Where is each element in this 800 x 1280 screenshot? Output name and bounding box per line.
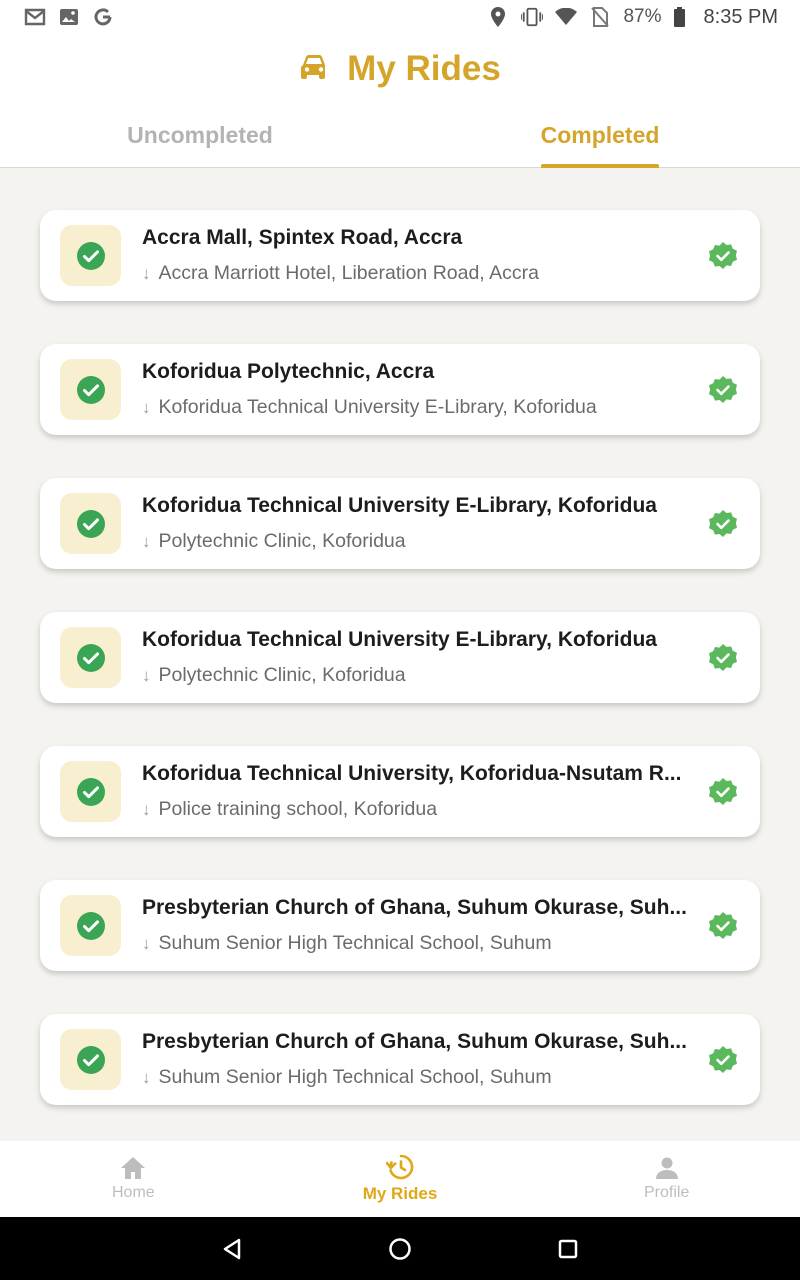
arrow-down-icon: ↓: [142, 531, 151, 551]
car-icon: [299, 54, 329, 85]
check-circle-icon: [60, 225, 121, 286]
check-circle-icon: [60, 627, 121, 688]
recents-button[interactable]: [484, 1217, 652, 1280]
ride-destination: Polytechnic Clinic, Koforidua: [158, 664, 406, 686]
ride-destination: Suhum Senior High Technical School, Suhu…: [158, 1066, 552, 1088]
home-system-button[interactable]: [316, 1217, 484, 1280]
verified-badge-icon: [709, 241, 737, 269]
ride-destination: Police training school, Koforidua: [158, 798, 438, 820]
verified-badge-icon: [709, 777, 737, 805]
nav-label: Home: [111, 1184, 155, 1201]
image-icon: [58, 6, 80, 28]
ride-origin: Accra Mall, Spintex Road, Accra: [142, 226, 463, 249]
nav-label: Profile: [644, 1184, 690, 1201]
arrow-down-icon: ↓: [142, 263, 151, 283]
active-tab-indicator: [541, 164, 659, 168]
battery-percent: 87%: [623, 6, 662, 27]
verified-badge-icon: [709, 509, 737, 537]
ride-card[interactable]: Presbyterian Church of Ghana, Suhum Okur…: [40, 880, 760, 971]
ride-destination: Koforidua Technical University E-Library…: [158, 396, 597, 418]
battery-icon: [674, 6, 686, 28]
bottom-nav: Home My Rides Profile: [0, 1141, 800, 1217]
verified-badge-icon: [709, 1045, 737, 1073]
ride-destination: Accra Marriott Hotel, Liberation Road, A…: [158, 262, 539, 284]
ride-origin: Koforidua Technical University, Koforidu…: [142, 762, 682, 785]
page-title: My Rides: [347, 49, 501, 88]
system-nav-bar: [0, 1217, 800, 1280]
ride-origin: Koforidua Polytechnic, Accra: [142, 360, 435, 383]
status-bar: 87% 8:35 PM: [0, 0, 800, 34]
location-icon: [487, 6, 509, 28]
wifi-icon: [555, 6, 578, 28]
arrow-down-icon: ↓: [142, 933, 151, 953]
tab-label: Uncompleted: [127, 122, 273, 148]
ride-tabs: Uncompleted Completed: [0, 104, 800, 168]
clock: 8:35 PM: [703, 5, 778, 28]
ride-origin: Koforidua Technical University E-Library…: [142, 628, 657, 651]
tab-label: Completed: [540, 122, 660, 148]
ride-card[interactable]: Presbyterian Church of Ghana, Suhum Okur…: [40, 1014, 760, 1105]
nav-my-rides[interactable]: My Rides: [267, 1141, 534, 1217]
check-circle-icon: [60, 359, 121, 420]
ride-card[interactable]: Koforidua Polytechnic, Accra ↓ Koforidua …: [40, 344, 760, 435]
back-button[interactable]: [148, 1217, 316, 1280]
arrow-down-icon: ↓: [142, 397, 151, 417]
ride-card[interactable]: Koforidua Technical University, Koforidu…: [40, 746, 760, 837]
arrow-down-icon: ↓: [142, 1067, 151, 1087]
nav-profile[interactable]: Profile: [533, 1141, 800, 1217]
check-circle-icon: [60, 895, 121, 956]
ride-destination: Polytechnic Clinic, Koforidua: [158, 530, 406, 552]
ride-origin: Presbyterian Church of Ghana, Suhum Okur…: [142, 896, 687, 919]
google-icon: [92, 6, 114, 28]
back-triangle-icon: [223, 1238, 241, 1259]
ride-origin: Presbyterian Church of Ghana, Suhum Okur…: [142, 1030, 687, 1053]
ride-card[interactable]: Koforidua Technical University E-Library…: [40, 478, 760, 569]
gmail-icon: [24, 6, 46, 28]
check-circle-icon: [60, 1029, 121, 1090]
vibrate-icon: [521, 6, 544, 28]
app-header: My Rides: [0, 34, 800, 104]
tab-completed[interactable]: Completed: [400, 104, 800, 168]
home-circle-icon: [389, 1237, 411, 1260]
ride-card[interactable]: Accra Mall, Spintex Road, Accra ↓ Accra M…: [40, 210, 760, 301]
ride-destination: Suhum Senior High Technical School, Suhu…: [158, 932, 552, 954]
arrow-down-icon: ↓: [142, 799, 151, 819]
check-circle-icon: [60, 493, 121, 554]
check-circle-icon: [60, 761, 121, 822]
verified-badge-icon: [709, 375, 737, 403]
tab-uncompleted[interactable]: Uncompleted: [0, 104, 400, 167]
home-icon: [121, 1157, 146, 1179]
nav-home[interactable]: Home: [0, 1141, 267, 1217]
ride-origin: Koforidua Technical University E-Library…: [142, 494, 657, 517]
no-sim-icon: [589, 6, 611, 28]
ride-card[interactable]: Koforidua Technical University E-Library…: [40, 612, 760, 703]
verified-badge-icon: [709, 643, 737, 671]
arrow-down-icon: ↓: [142, 665, 151, 685]
ride-list: Accra Mall, Spintex Road, Accra ↓ Accra M…: [40, 210, 760, 1148]
recents-square-icon: [558, 1239, 578, 1258]
history-icon: [386, 1154, 414, 1180]
person-icon: [655, 1157, 678, 1179]
nav-label: My Rides: [362, 1184, 438, 1203]
verified-badge-icon: [709, 911, 737, 939]
